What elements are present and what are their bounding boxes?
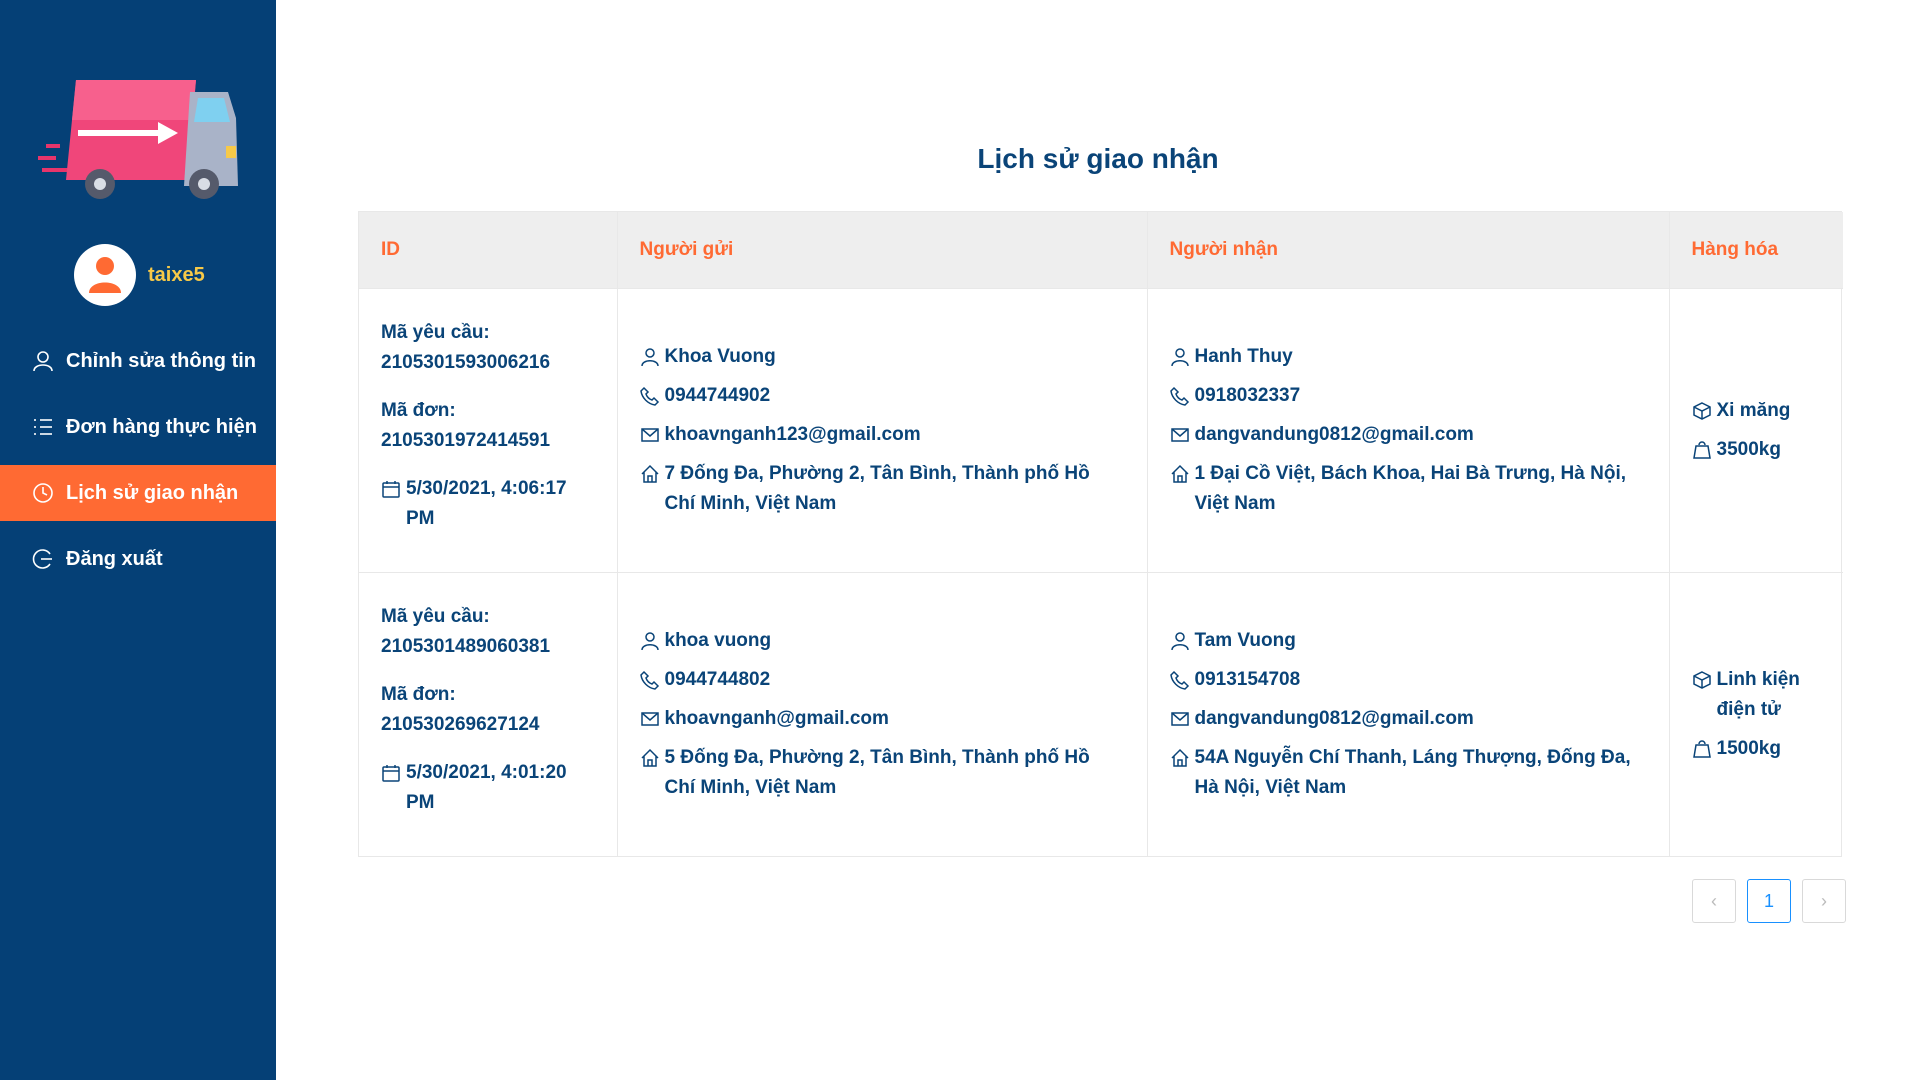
goods-weight: 3500kg: [1716, 438, 1781, 460]
home-icon: [640, 464, 659, 483]
sender-cell: Khoa Vuong 0944744902 khoavnganh123@gmai…: [617, 287, 1148, 572]
home-icon: [640, 748, 659, 767]
page-button-current[interactable]: 1: [1747, 879, 1791, 923]
id-cell: Mã yêu cầu: 2105301489060381 Mã đơn: 210…: [359, 571, 618, 856]
sidebar-item-orders[interactable]: Đơn hàng thực hiện: [0, 399, 276, 455]
column-header-goods: Hàng hóa: [1669, 212, 1843, 288]
clock-icon: [33, 483, 53, 503]
phone-icon: [1169, 670, 1189, 690]
goods-type: Xi măng: [1716, 399, 1791, 421]
phone-icon: [1169, 386, 1189, 406]
box-icon: [1692, 670, 1711, 689]
sidebar-menu: Chỉnh sửa thông tin Đơn hàng thực hiện L…: [0, 333, 276, 597]
logout-icon: [32, 549, 52, 569]
sidebar-item-logout[interactable]: Đăng xuất: [0, 531, 276, 587]
receiver-email: dangvandung0812@gmail.com: [1194, 707, 1474, 729]
calendar-icon: [382, 480, 400, 498]
sender-name: Khoa Vuong: [664, 345, 776, 367]
receiver-name: Hanh Thuy: [1194, 345, 1293, 367]
receiver-address: 54A Nguyễn Chí Thanh, Láng Thượng, Đống …: [1194, 746, 1631, 798]
order-id: 210530269627124: [381, 713, 540, 735]
request-id: 2105301489060381: [381, 635, 551, 657]
order-id-label: Mã đơn:: [381, 399, 456, 421]
order-id-label: Mã đơn:: [381, 683, 456, 705]
goods-type: Linh kiện điện tử: [1716, 668, 1800, 720]
receiver-phone: 0918032337: [1194, 384, 1301, 406]
order-id: 2105301972414591: [381, 429, 551, 451]
home-icon: [1170, 748, 1189, 767]
sidebar-item-edit-profile[interactable]: Chỉnh sửa thông tin: [0, 333, 276, 389]
sender-phone: 0944744902: [664, 384, 771, 406]
sender-cell: khoa vuong 0944744802 khoavnganh@gmail.c…: [617, 571, 1148, 856]
column-header-receiver: Người nhận: [1147, 212, 1670, 288]
receiver-cell: Hanh Thuy 0918032337 dangvandung0812@gma…: [1147, 287, 1670, 572]
chevron-right-icon: ›: [1821, 890, 1827, 911]
column-header-id: ID: [359, 212, 618, 288]
box-icon: [1692, 401, 1711, 420]
mail-icon: [1170, 712, 1189, 726]
sender-name: khoa vuong: [664, 629, 772, 651]
history-table: ID Người gửi Người nhận Hàng hóa Mã yêu …: [358, 211, 1843, 857]
sender-email: khoavnganh@gmail.com: [664, 707, 889, 729]
username: taixe5: [148, 263, 205, 286]
main-content: Lịch sử giao nhận ID Người gửi Người nhậ…: [276, 0, 1920, 1080]
receiver-address: 1 Đại Cồ Việt, Bách Khoa, Hai Bà Trưng, …: [1194, 462, 1627, 514]
user-icon: [640, 632, 659, 650]
user-avatar-icon: [89, 257, 121, 293]
user-icon: [640, 347, 659, 366]
prev-page-button[interactable]: ‹: [1692, 879, 1736, 923]
user-profile: taixe5: [74, 243, 205, 307]
sidebar-item-label: Lịch sử giao nhận: [66, 481, 239, 504]
request-id-label: Mã yêu cầu:: [381, 321, 490, 343]
sender-email: khoavnganh123@gmail.com: [664, 423, 921, 445]
user-icon: [1170, 347, 1189, 366]
receiver-phone: 0913154708: [1194, 668, 1301, 690]
sender-address: 5 Đống Đa, Phường 2, Tân Bình, Thành phố…: [664, 746, 1090, 798]
sender-phone: 0944744802: [664, 668, 771, 690]
weight-icon: [1692, 740, 1711, 758]
weight-icon: [1692, 440, 1711, 459]
mail-icon: [640, 712, 659, 726]
sidebar-item-label: Đăng xuất: [66, 547, 163, 570]
pagination: ‹ 1 ›: [1692, 879, 1846, 923]
page-title: Lịch sử giao nhận: [977, 143, 1219, 174]
table-header-row: ID Người gửi Người nhận Hàng hóa: [359, 212, 1843, 288]
goods-cell: Xi măng 3500kg: [1669, 287, 1843, 572]
sidebar: taixe5 Chỉnh sửa thông tin Đơn hàng thực…: [0, 0, 276, 1080]
sender-address: 7 Đống Đa, Phường 2, Tân Bình, Thành phố…: [664, 462, 1090, 514]
home-icon: [1170, 464, 1189, 483]
sidebar-item-history[interactable]: Lịch sử giao nhận: [0, 465, 276, 521]
user-icon: [33, 351, 53, 372]
chevron-left-icon: ‹: [1711, 890, 1717, 911]
table-row: Mã yêu cầu: 2105301593006216 Mã đơn: 210…: [359, 287, 1843, 572]
phone-icon: [639, 670, 659, 690]
request-id-label: Mã yêu cầu:: [381, 605, 490, 627]
goods-weight: 1500kg: [1716, 737, 1781, 759]
sidebar-item-label: Đơn hàng thực hiện: [66, 415, 257, 438]
receiver-cell: Tam Vuong 0913154708 dangvandung0812@gma…: [1147, 571, 1670, 856]
calendar-icon: [382, 764, 400, 782]
receiver-email: dangvandung0812@gmail.com: [1194, 423, 1474, 445]
mail-icon: [640, 427, 659, 442]
column-header-sender: Người gửi: [617, 212, 1148, 288]
goods-cell: Linh kiện điện tử 1500kg: [1669, 571, 1843, 856]
date-value: 5/30/2021, 4:01:20 PM: [406, 761, 567, 813]
list-icon: [34, 419, 52, 435]
request-id: 2105301593006216: [381, 351, 551, 373]
id-cell: Mã yêu cầu: 2105301593006216 Mã đơn: 210…: [359, 287, 618, 572]
receiver-name: Tam Vuong: [1194, 629, 1296, 651]
sidebar-item-label: Chỉnh sửa thông tin: [66, 349, 257, 372]
date-value: 5/30/2021, 4:06:17 PM: [406, 477, 567, 529]
user-icon: [1170, 632, 1189, 650]
avatar: [74, 244, 136, 306]
table-row: Mã yêu cầu: 2105301489060381 Mã đơn: 210…: [359, 571, 1843, 856]
delivery-truck-logo: [38, 80, 238, 199]
next-page-button[interactable]: ›: [1802, 879, 1846, 923]
phone-icon: [639, 386, 659, 406]
mail-icon: [1170, 427, 1189, 442]
